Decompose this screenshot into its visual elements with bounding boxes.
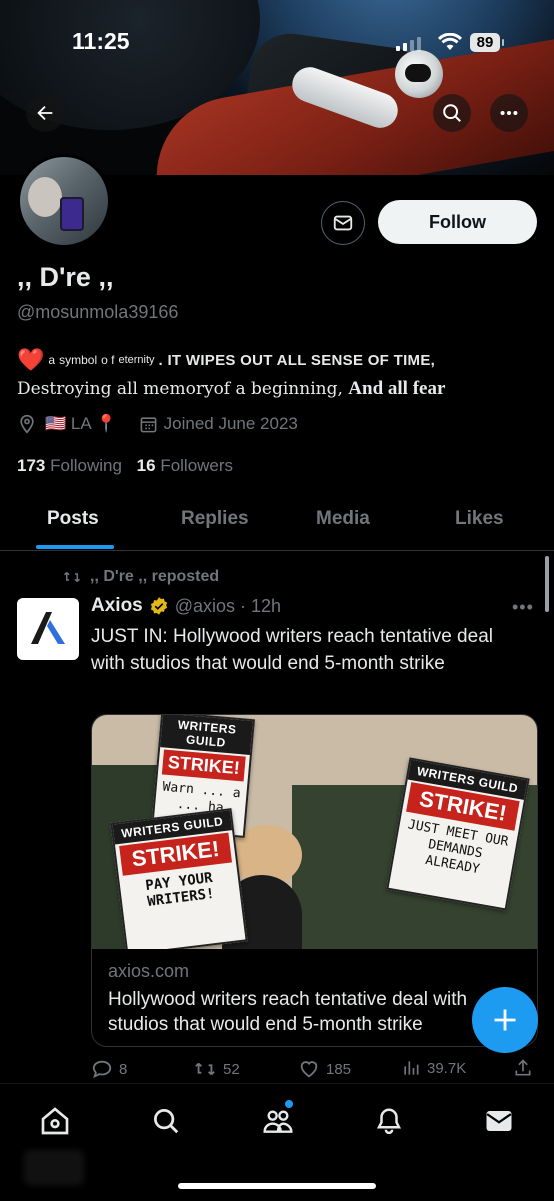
repost-action-icon (195, 1062, 215, 1076)
repost-icon (63, 571, 81, 583)
share-icon (515, 1059, 531, 1076)
home-icon (41, 1107, 69, 1135)
strike-sign-2: WRITERS GUILD STRIKE! JUST MEET OUR DEMA… (386, 757, 530, 911)
nav-communities[interactable] (261, 1100, 295, 1138)
back-button[interactable] (26, 94, 64, 132)
search-button[interactable] (433, 94, 471, 132)
post-text: JUST IN: Hollywood writers reach tentati… (91, 626, 493, 674)
repost-indicator: ,, D're ,, reposted (62, 568, 219, 586)
verified-badge-icon (150, 597, 167, 615)
heart-emoji: ❤️ (17, 347, 45, 372)
nav-notifications[interactable] (372, 1104, 406, 1138)
envelope-icon (333, 215, 353, 231)
profile-stats: 173 Following 16 Followers (17, 456, 233, 476)
link-card[interactable]: WRITERS GUILD STRIKE! Warn ... a ... ha … (91, 714, 538, 1047)
like-count: 185 (326, 1060, 352, 1078)
followers-link[interactable]: 16 Followers (137, 456, 233, 475)
profile-handle: @mosunmola39166 (17, 302, 179, 322)
repost-label: ,, D're ,, reposted (90, 568, 220, 585)
profile-avatar[interactable] (17, 154, 111, 248)
tab-posts[interactable]: Posts (47, 508, 99, 530)
axios-logo-icon (31, 612, 65, 644)
avatar-phone (60, 197, 84, 231)
post-handle-time: @axios · 12h (174, 595, 282, 616)
following-link[interactable]: 173 Following (17, 456, 122, 475)
keyboard-blur (24, 1150, 84, 1185)
nav-home[interactable] (38, 1104, 72, 1138)
avatar-face (28, 177, 62, 217)
bio-line-1: ❤️ a symbol o f eternity . IT WIPES OUT … (17, 347, 435, 373)
search-icon (443, 104, 461, 122)
repost-count: 52 (223, 1060, 240, 1078)
reply-icon (92, 1060, 112, 1079)
repost-action[interactable]: 52 (193, 1058, 240, 1080)
tab-likes[interactable]: Likes (455, 508, 504, 530)
followers-count: 16 (136, 456, 156, 475)
message-button[interactable] (321, 201, 365, 245)
home-indicator[interactable] (178, 1183, 376, 1189)
tab-replies[interactable]: Replies (181, 508, 249, 530)
views-icon (404, 1061, 419, 1075)
axios-avatar[interactable] (17, 598, 79, 660)
views-count: 39.7K (427, 1059, 467, 1077)
calendar-icon (140, 416, 157, 432)
reply-count: 8 (119, 1060, 128, 1078)
profile-tabs: Posts Replies Media Likes (0, 500, 554, 551)
link-card-image: WRITERS GUILD STRIKE! Warn ... a ... ha … (92, 715, 537, 949)
link-card-domain: axios.com (108, 961, 190, 981)
followers-label: Followers (160, 456, 234, 475)
following-label: Following (50, 456, 122, 475)
views-action[interactable]: 39.7K (401, 1058, 466, 1078)
strike-sign-1: WRITERS GUILD STRIKE! PAY YOUR WRITERS! (110, 808, 248, 949)
plus-icon (494, 1009, 516, 1031)
sign3-guild: WRITERS GUILD (160, 715, 253, 756)
post-actions: 8 52 185 39.7K (91, 1058, 536, 1082)
communities-icon (263, 1110, 293, 1133)
nav-search[interactable] (149, 1104, 183, 1138)
bio-word-eternity: eternity (118, 354, 155, 366)
profile-location: 🇺🇸 LA 📍 (45, 414, 117, 433)
share-action[interactable] (513, 1058, 533, 1078)
scrollbar[interactable] (545, 556, 549, 612)
profile-joined: Joined June 2023 (163, 414, 298, 433)
profile-meta: 🇺🇸 LA 📍 Joined June 2023 (17, 414, 298, 434)
nav-messages[interactable] (482, 1104, 516, 1138)
heart-icon (300, 1061, 318, 1078)
link-card-title: Hollywood writers reach tentative deal w… (108, 989, 468, 1035)
following-count: 173 (17, 456, 46, 475)
arrow-left-icon (37, 105, 53, 121)
location-pin-icon (20, 414, 34, 434)
bio-word-a: a (48, 353, 56, 367)
compose-button[interactable] (472, 987, 538, 1053)
post-header: Axios @axios · 12h (91, 595, 281, 617)
follow-button[interactable]: Follow (378, 200, 537, 244)
post-more-icon[interactable]: ••• (512, 597, 534, 618)
bio-caps-text: . IT WIPES OUT ALL SENSE OF TIME, (158, 351, 436, 369)
bio-word-symbol: symbol (59, 353, 98, 367)
bio-word-of: o f (101, 353, 115, 367)
mail-icon (486, 1111, 512, 1131)
bio-line-2-bold: And all fear (348, 378, 446, 399)
profile-name: ,, D're ,, (17, 262, 114, 292)
bell-icon (376, 1108, 402, 1135)
bio-line-2: Destroying all memoryof a beginning, And… (17, 378, 445, 400)
status-bar: 11:25 89 (0, 0, 554, 80)
wifi-icon (438, 33, 462, 50)
communities-notification-dot (285, 1100, 293, 1108)
like-action[interactable]: 185 (298, 1058, 351, 1080)
search-nav-icon (154, 1109, 179, 1134)
active-tab-indicator (36, 545, 114, 549)
cellular-signal-icon (396, 37, 421, 51)
status-time: 11:25 (72, 28, 130, 54)
tab-media[interactable]: Media (316, 508, 370, 530)
post-author[interactable]: Axios (91, 595, 143, 617)
more-dots-icon (500, 110, 518, 116)
bio-line-2-regular: Destroying all memoryof a beginning, (17, 379, 343, 399)
reply-action[interactable]: 8 (91, 1058, 127, 1080)
more-options-button[interactable] (490, 94, 528, 132)
battery-indicator: 89 (470, 33, 504, 52)
